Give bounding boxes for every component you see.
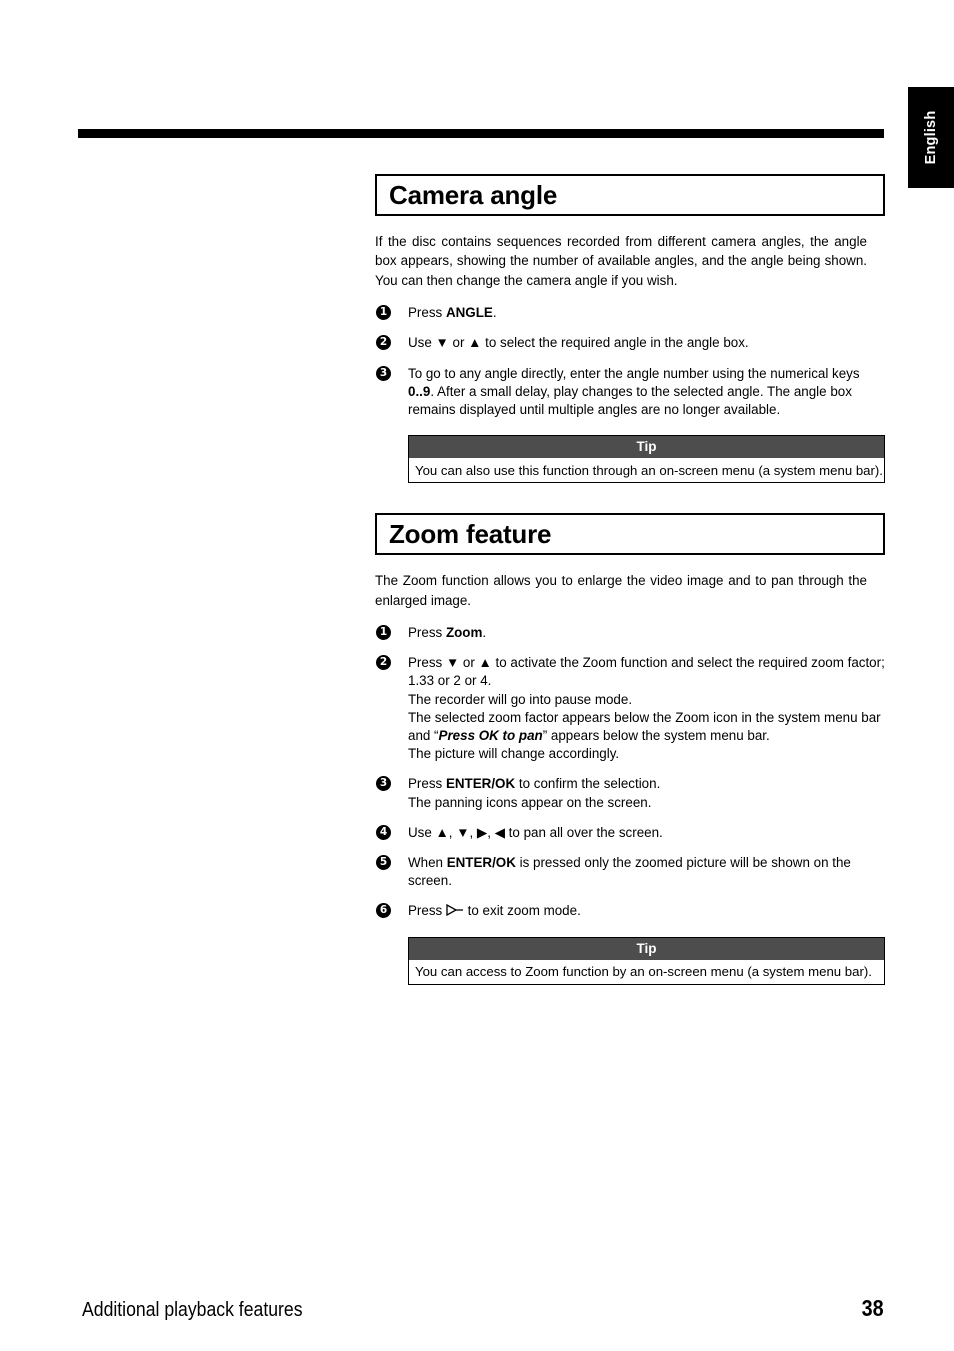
tip-header: Tip (409, 937, 884, 960)
step-text: When ENTER/OK is pressed only the zoomed… (408, 854, 885, 890)
step-text: Press ANGLE. (408, 304, 885, 322)
footer-title: Additional playback features (82, 1298, 303, 1321)
step-number: 5 (376, 855, 391, 871)
content-column: Camera angle If the disc contains sequen… (375, 174, 885, 985)
step-item: 1 Press ANGLE. (375, 304, 885, 322)
step-number: 6 (376, 903, 391, 919)
steps-zoom-feature: 1 Press Zoom. 2 Press ▼ or ▲ to activate… (375, 624, 885, 921)
step-item: 3 Press ENTER/OK to confirm the selectio… (375, 775, 885, 811)
step-number: 3 (376, 365, 391, 381)
step-text: Press ▼ or ▲ to activate the Zoom functi… (408, 654, 885, 763)
section-heading-text: Camera angle (389, 180, 558, 210)
step-text-strong: ENTER/OK (445, 776, 516, 792)
tip-box-camera-angle: Tip You can also use this function throu… (408, 435, 885, 484)
footer-page-number: 38 (861, 1295, 884, 1321)
step-item: 2 Use ▼ or ▲ to select the required angl… (375, 334, 885, 352)
step-line: The recorder will go into pause mode. (408, 691, 633, 707)
step-text-pre: Press (408, 625, 446, 641)
tip-body: You can also use this function through a… (409, 458, 884, 483)
step-text-post: to confirm the selection. (515, 776, 661, 792)
step-line: Press ENTER/OK to confirm the selection. (408, 775, 885, 793)
page-footer: Additional playback features 38 (82, 1295, 884, 1322)
step-text: Use ▲, ▼, ▶, ◀ to pan all over the scree… (408, 824, 663, 840)
step-line: The picture will change accordingly. (408, 746, 620, 762)
step-number: 3 (376, 776, 391, 792)
step-text-strong: 0..9 (408, 383, 431, 399)
tip-header: Tip (409, 436, 884, 459)
step-number: 1 (376, 625, 391, 641)
header-rule (78, 129, 884, 138)
step-text-post: . After a small delay, play changes to t… (408, 383, 852, 418)
step-text-strong: ANGLE (445, 305, 493, 321)
step-text-pre: To go to any angle directly, enter the a… (408, 365, 860, 381)
step-line: The selected zoom factor appears below t… (408, 709, 885, 745)
step-item: 2 Press ▼ or ▲ to activate the Zoom func… (375, 654, 885, 763)
step-item: 1 Press Zoom. (375, 624, 885, 642)
step-text-pre: Press (408, 903, 446, 919)
steps-camera-angle: 1 Press ANGLE. 2 Use ▼ or ▲ to select th… (375, 304, 885, 419)
step-line-emphasis: Press OK to pan (438, 728, 543, 744)
step-text-strong: ENTER/OK (446, 855, 516, 871)
step-item: 6 Press to exit zoom mode. (375, 902, 885, 920)
section-heading-zoom-feature: Zoom feature (375, 513, 885, 556)
tip-box-zoom-feature: Tip You can access to Zoom function by a… (408, 936, 885, 985)
section-heading-text: Zoom feature (389, 519, 552, 550)
step-number: 4 (376, 824, 391, 840)
step-number: 2 (376, 655, 391, 671)
step-line: The panning icons appear on the screen. (408, 794, 652, 810)
play-icon (446, 903, 464, 917)
section-intro-zoom-feature: The Zoom function allows you to enlarge … (375, 573, 867, 608)
language-tab: English (908, 87, 954, 188)
step-text-pre: When (408, 855, 447, 871)
step-text: Press to exit zoom mode. (408, 902, 885, 920)
step-text: To go to any angle directly, enter the a… (408, 365, 885, 420)
step-item: 3 To go to any angle directly, enter the… (375, 365, 885, 420)
step-text-post: . (482, 625, 487, 641)
step-item: 4 Use ▲, ▼, ▶, ◀ to pan all over the scr… (375, 824, 885, 842)
step-text-strong: Zoom (445, 625, 483, 641)
tip-body: You can access to Zoom function by an on… (409, 959, 884, 984)
step-text: Press ENTER/OK to confirm the selection.… (408, 775, 885, 811)
step-number: 1 (376, 305, 391, 321)
step-line-post: ” appears below the system menu bar. (542, 728, 770, 744)
step-text-post: to exit zoom mode. (463, 903, 581, 919)
step-item: 5 When ENTER/OK is pressed only the zoom… (375, 854, 885, 890)
manual-page: English Camera angle If the disc contain… (0, 0, 954, 1351)
step-text-pre: Press (408, 305, 446, 321)
step-text-post: . (492, 305, 497, 321)
step-text-pre: Press (408, 776, 446, 792)
section-heading-camera-angle: Camera angle (375, 174, 885, 216)
step-number: 2 (376, 335, 391, 351)
section-intro-camera-angle: If the disc contains sequences recorded … (375, 234, 867, 288)
step-text: Use ▼ or ▲ to select the required angle … (408, 335, 749, 351)
language-tab-label: English (923, 110, 939, 165)
step-line: Press ▼ or ▲ to activate the Zoom functi… (408, 655, 885, 689)
step-text: Press Zoom. (408, 624, 885, 642)
